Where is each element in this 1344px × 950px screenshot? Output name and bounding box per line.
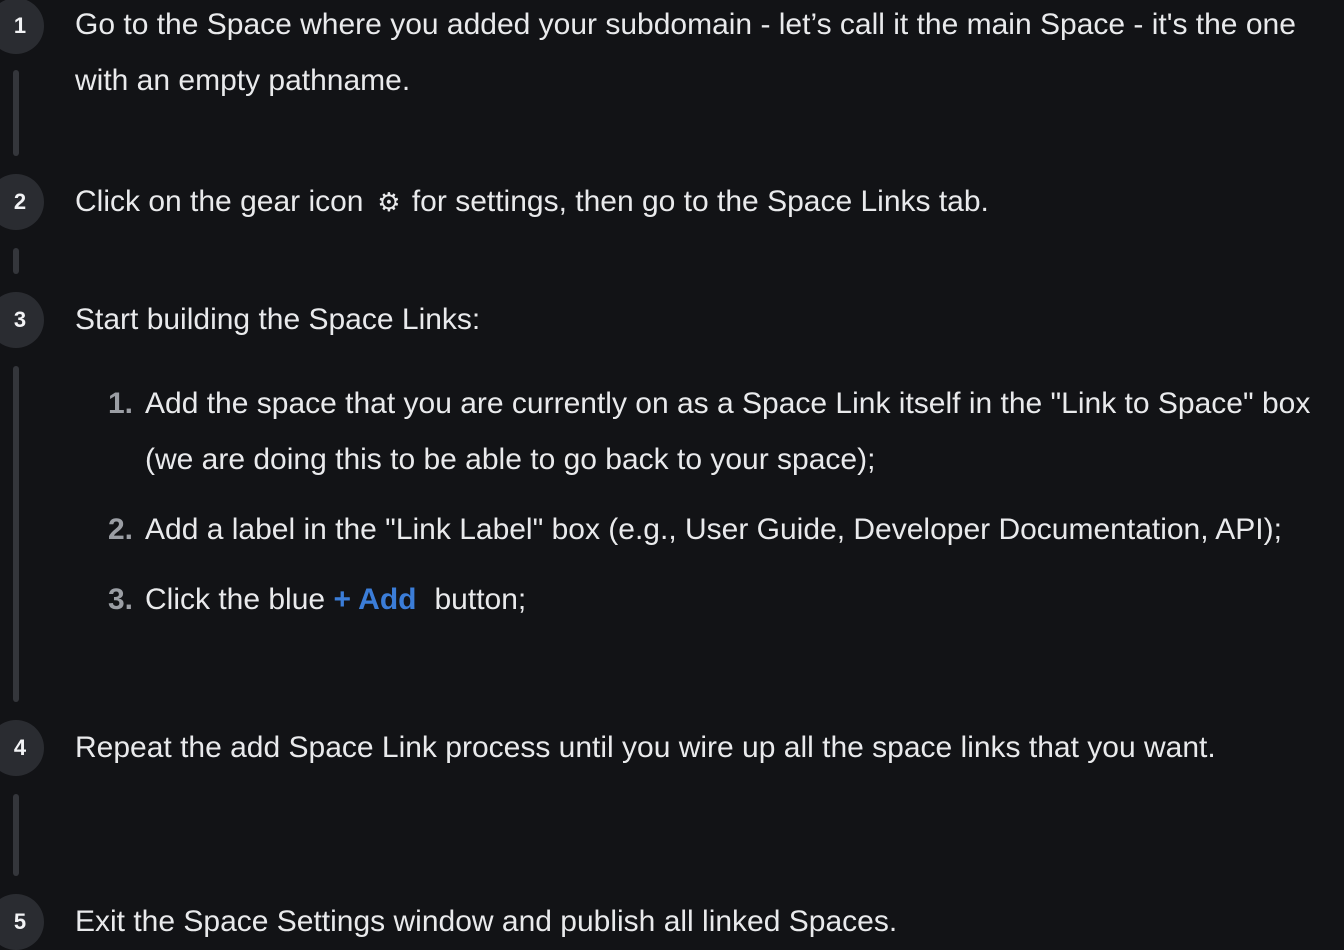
step-connector-line xyxy=(13,70,19,156)
substep-number: 3. xyxy=(108,583,134,616)
step-text: Go to the Space where you added your sub… xyxy=(75,8,1296,97)
substep-item: 1. Add the space that you are currently … xyxy=(108,376,1338,488)
substep-item: 3. Click the blue + Add button; xyxy=(108,572,1338,628)
step-text: Click on the gear icon ⚙ for settings, th… xyxy=(75,174,1337,230)
step-number-badge: 3 xyxy=(0,292,44,348)
substep-text-before-button: Click the blue xyxy=(145,583,326,616)
substeps-list: 1. Add the space that you are currently … xyxy=(108,376,1338,642)
step-connector-line xyxy=(13,366,19,702)
gear-icon: ⚙ xyxy=(377,187,401,217)
step-text-after-icon: for settings, then go to the Space Links… xyxy=(411,185,989,218)
step-connector-line xyxy=(13,794,19,876)
step-connector-line xyxy=(13,248,19,274)
step-text: Start building the Space Links: xyxy=(75,303,481,336)
substep-text: Add a label in the "Link Label" box (e.g… xyxy=(145,513,1282,546)
substep-text: Add the space that you are currently on … xyxy=(145,387,1311,476)
substep-item: 2. Add a label in the "Link Label" box (… xyxy=(108,502,1338,558)
substep-text-after-button: button; xyxy=(434,583,527,616)
add-button[interactable]: + Add xyxy=(333,583,416,616)
step-number-badge: 4 xyxy=(0,720,44,776)
steps-list: 1 Go to the Space where you added your s… xyxy=(0,0,1344,950)
step-number-badge: 1 xyxy=(0,0,44,54)
step-text: Repeat the add Space Link process until … xyxy=(75,731,1216,764)
step-number-badge: 2 xyxy=(0,174,44,230)
substep-number: 1. xyxy=(108,387,134,420)
substep-number: 2. xyxy=(108,513,134,546)
step-text: Exit the Space Settings window and publi… xyxy=(75,905,898,938)
step-number-badge: 5 xyxy=(0,894,44,950)
step-text-before-icon: Click on the gear icon xyxy=(75,185,364,218)
